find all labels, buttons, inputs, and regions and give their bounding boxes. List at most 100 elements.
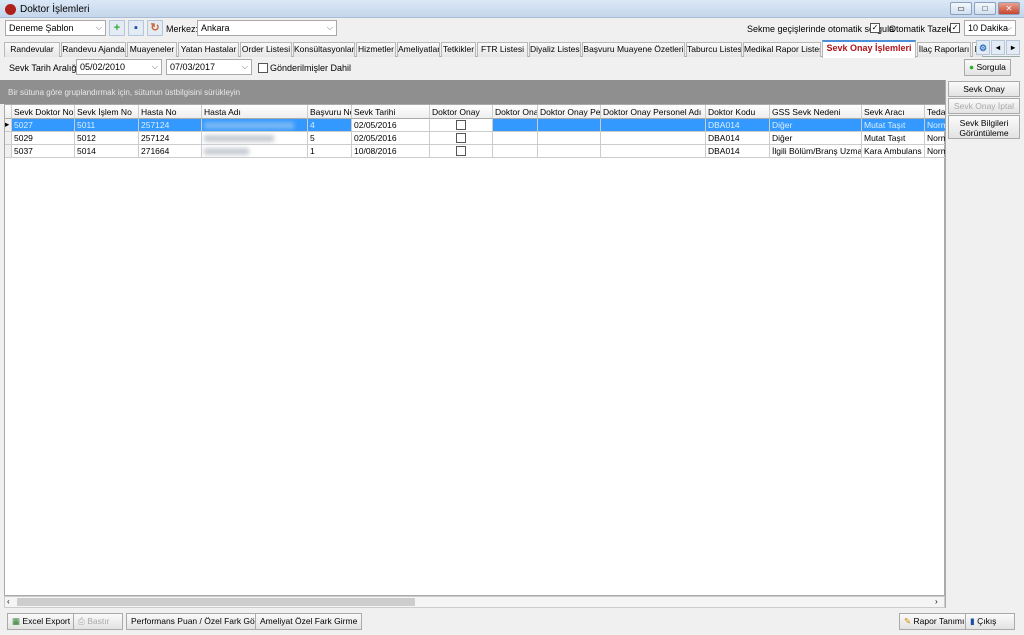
table-cell[interactable]: [493, 119, 538, 132]
table-cell[interactable]: Mutat Taşıt: [862, 132, 925, 145]
table-cell[interactable]: 271664: [139, 145, 202, 158]
table-cell[interactable]: DBA014: [706, 119, 770, 132]
surgery-fee-button[interactable]: Ameliyat Özel Fark Girme: [255, 613, 363, 630]
column-header[interactable]: Sevk Tarihi: [352, 105, 430, 119]
tab-scroll-right[interactable]: ▸: [1006, 40, 1020, 55]
start-date-picker[interactable]: 05/02/2010 ⌵: [76, 59, 162, 75]
column-header[interactable]: Doktor Onay Pers: [538, 105, 601, 119]
tab-8[interactable]: Tetkikler: [441, 42, 476, 57]
patient-name-blurred[interactable]: [202, 119, 308, 132]
report-definition-button[interactable]: ✎ Rapor Tanımı: [899, 613, 970, 630]
auto-query-checkbox[interactable]: ✓: [870, 23, 880, 33]
group-panel[interactable]: Bir sütuna göre gruplandırmak için, sütu…: [0, 80, 945, 104]
column-header[interactable]: Sevk Doktor No: [12, 105, 75, 119]
add-icon[interactable]: +: [109, 20, 125, 36]
query-button[interactable]: ● Sorgula: [964, 59, 1011, 76]
tab-11[interactable]: Başvuru Muayene Özetleri: [582, 42, 685, 57]
horizontal-scrollbar[interactable]: ‹ ›: [4, 596, 945, 608]
column-header[interactable]: Doktor Onay: [493, 105, 538, 119]
column-header[interactable]: Doktor Onay Personel Adı: [601, 105, 706, 119]
table-cell[interactable]: [601, 145, 706, 158]
table-cell[interactable]: [538, 145, 601, 158]
table-cell[interactable]: [493, 145, 538, 158]
save-icon[interactable]: ▪: [128, 20, 144, 36]
refresh-icon[interactable]: ↻: [147, 20, 163, 36]
tab-12[interactable]: Taburcu Listesi: [686, 42, 742, 57]
sevk-bilgileri-button[interactable]: Sevk Bilgileri Görüntüleme: [948, 115, 1020, 139]
tab-9[interactable]: FTR Listesi: [477, 42, 528, 57]
scroll-right-icon[interactable]: ›: [935, 597, 938, 606]
table-cell[interactable]: 02/05/2016: [352, 132, 430, 145]
performance-button[interactable]: Performans Puan / Özel Fark Gör.: [126, 613, 265, 630]
sevk-onay-iptal-button[interactable]: Sevk Onay İptal: [948, 98, 1020, 114]
row-indicator[interactable]: [5, 145, 12, 158]
exit-button[interactable]: ▮ Çıkış: [965, 613, 1015, 630]
table-cell[interactable]: [601, 132, 706, 145]
patient-name-blurred[interactable]: [202, 145, 308, 158]
doctor-approval-checkbox-cell[interactable]: [430, 132, 493, 145]
table-cell[interactable]: [538, 119, 601, 132]
doctor-approval-checkbox-cell[interactable]: [430, 145, 493, 158]
table-cell[interactable]: 5012: [75, 132, 139, 145]
table-cell[interactable]: 257124: [139, 132, 202, 145]
column-header[interactable]: Sevk İşlem No: [75, 105, 139, 119]
table-cell[interactable]: 5011: [75, 119, 139, 132]
refresh-interval-select[interactable]: 10 Dakika ⌵: [964, 20, 1016, 36]
column-header[interactable]: Hasta Adı: [202, 105, 308, 119]
table-cell[interactable]: 1: [308, 145, 352, 158]
column-header[interactable]: GSS Sevk Nedeni: [770, 105, 862, 119]
row-indicator[interactable]: [5, 132, 12, 145]
merkez-select[interactable]: Ankara ⌵: [197, 20, 337, 36]
excel-export-button[interactable]: ▦ Excel Export: [7, 613, 76, 630]
column-header[interactable]: Başvuru No: [308, 105, 352, 119]
template-select[interactable]: Deneme Şablon ⌵: [5, 20, 106, 36]
tab-10[interactable]: Diyaliz Listesi: [529, 42, 581, 57]
table-cell[interactable]: 02/05/2016: [352, 119, 430, 132]
tab-1[interactable]: Randevu Ajanda: [61, 42, 126, 57]
tab-0[interactable]: Randevular: [4, 42, 60, 57]
tab-scroll-left[interactable]: ◂: [991, 40, 1005, 55]
sevk-onay-button[interactable]: Sevk Onay: [948, 81, 1020, 97]
scroll-left-icon[interactable]: ‹: [7, 597, 10, 606]
table-cell[interactable]: Kara Ambulans: [862, 145, 925, 158]
tab-14[interactable]: Sevk Onay İşlemleri: [822, 40, 916, 58]
data-grid[interactable]: Sevk Doktor No Sevk İşlem No Hasta No Hasta…: [4, 104, 950, 596]
table-cell[interactable]: 5: [308, 132, 352, 145]
column-header[interactable]: Doktor Onay: [430, 105, 493, 119]
tab-4[interactable]: Order Listesi: [240, 42, 292, 57]
table-cell[interactable]: DBA014: [706, 145, 770, 158]
doctor-approval-checkbox[interactable]: [456, 146, 466, 156]
tab-6[interactable]: Hizmetler: [356, 42, 396, 57]
minimize-button[interactable]: ▭: [950, 2, 972, 15]
table-cell[interactable]: [601, 119, 706, 132]
tab-3[interactable]: Yatan Hastalar: [178, 42, 239, 57]
table-cell[interactable]: İlgili Bölüm/Branş Uzmanı B: [770, 145, 862, 158]
print-button[interactable]: ⎙ Bastır: [73, 613, 123, 630]
table-cell[interactable]: 5029: [12, 132, 75, 145]
tab-7[interactable]: Ameliyatlar: [397, 42, 440, 57]
auto-refresh-checkbox[interactable]: ✓: [950, 23, 960, 33]
row-indicator[interactable]: ▸: [5, 119, 12, 132]
column-header[interactable]: Hasta No: [139, 105, 202, 119]
table-cell[interactable]: Mutat Taşıt: [862, 119, 925, 132]
table-cell[interactable]: [538, 132, 601, 145]
doctor-approval-checkbox-cell[interactable]: [430, 119, 493, 132]
tab-2[interactable]: Muayeneler: [127, 42, 177, 57]
table-cell[interactable]: DBA014: [706, 132, 770, 145]
table-cell[interactable]: 257124: [139, 119, 202, 132]
scrollbar-thumb[interactable]: [17, 598, 415, 606]
table-cell[interactable]: 5014: [75, 145, 139, 158]
column-header[interactable]: Doktor Kodu: [706, 105, 770, 119]
tab-15[interactable]: İlaç Raporları: [917, 42, 971, 57]
tab-13[interactable]: Medikal Rapor Listesi: [743, 42, 821, 57]
column-header[interactable]: Sevk Aracı: [862, 105, 925, 119]
maximize-button[interactable]: □: [974, 2, 996, 15]
tab-5[interactable]: Konsültasyonlar: [293, 42, 355, 57]
table-cell[interactable]: Diğer: [770, 132, 862, 145]
doctor-approval-checkbox[interactable]: [456, 120, 466, 130]
end-date-picker[interactable]: 07/03/2017 ⌵: [166, 59, 252, 75]
patient-name-blurred[interactable]: [202, 132, 308, 145]
close-button[interactable]: ✕: [998, 2, 1020, 15]
include-sent-checkbox[interactable]: [258, 63, 268, 73]
table-cell[interactable]: 10/08/2016: [352, 145, 430, 158]
